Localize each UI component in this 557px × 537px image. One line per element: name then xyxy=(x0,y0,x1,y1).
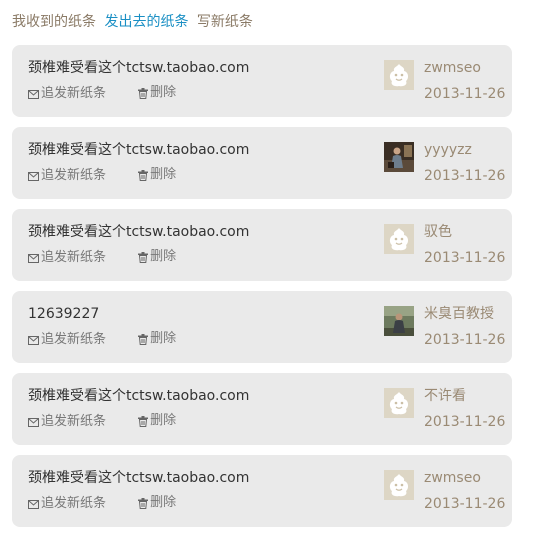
trash-icon xyxy=(138,87,149,99)
reply-label: 追发新纸条 xyxy=(41,332,107,347)
reply-label: 追发新纸条 xyxy=(41,168,107,183)
reply-button[interactable]: 追发新纸条 xyxy=(28,249,106,267)
trash-icon xyxy=(138,497,149,509)
note-card: 12639227 追发新纸条 删除 米臭百教授 2013-11-26 xyxy=(12,291,512,363)
envelope-icon xyxy=(28,499,39,509)
avatar-photo[interactable] xyxy=(384,142,414,172)
note-card: 颈椎难受看这个tctsw.taobao.com 追发新纸条 删除 zwmseo … xyxy=(12,45,512,117)
note-date: 2013-11-26 xyxy=(424,496,506,512)
trash-icon xyxy=(138,251,149,263)
avatar-photo[interactable] xyxy=(384,306,414,336)
username-link[interactable]: zwmseo xyxy=(424,59,481,77)
reply-label: 追发新纸条 xyxy=(41,496,107,511)
note-tabs: 我收到的纸条 发出去的纸条 写新纸条 xyxy=(12,12,257,32)
delete-button[interactable]: 删除 xyxy=(138,494,176,512)
reply-button[interactable]: 追发新纸条 xyxy=(28,85,106,103)
delete-button[interactable]: 删除 xyxy=(138,248,176,266)
note-message: 颈椎难受看这个tctsw.taobao.com xyxy=(28,142,250,158)
note-date: 2013-11-26 xyxy=(424,332,506,348)
delete-label: 删除 xyxy=(150,495,177,510)
note-date: 2013-11-26 xyxy=(424,250,506,266)
avatar-default[interactable] xyxy=(384,60,414,90)
delete-label: 删除 xyxy=(150,331,177,346)
reply-button[interactable]: 追发新纸条 xyxy=(28,413,106,431)
reply-button[interactable]: 追发新纸条 xyxy=(28,167,106,185)
reply-label: 追发新纸条 xyxy=(41,250,107,265)
note-message: 颈椎难受看这个tctsw.taobao.com xyxy=(28,224,250,240)
tab-received[interactable]: 我收到的纸条 xyxy=(12,14,96,30)
avatar-default[interactable] xyxy=(384,224,414,254)
tab-sent[interactable]: 发出去的纸条 xyxy=(104,14,188,30)
username-link[interactable]: 米臭百教授 xyxy=(424,305,494,323)
reply-button[interactable]: 追发新纸条 xyxy=(28,495,106,513)
note-message: 颈椎难受看这个tctsw.taobao.com xyxy=(28,470,250,486)
username-link[interactable]: yyyyzz xyxy=(424,141,472,159)
delete-button[interactable]: 删除 xyxy=(138,330,176,348)
envelope-icon xyxy=(28,335,39,345)
note-actions: 追发新纸条 删除 xyxy=(28,494,176,515)
note-actions: 追发新纸条 删除 xyxy=(28,84,176,105)
envelope-icon xyxy=(28,253,39,263)
note-date: 2013-11-26 xyxy=(424,86,506,102)
username-link[interactable]: 驭色 xyxy=(424,223,452,241)
note-card: 颈椎难受看这个tctsw.taobao.com 追发新纸条 删除 yyyyzz … xyxy=(12,127,512,199)
envelope-icon xyxy=(28,171,39,181)
note-actions: 追发新纸条 删除 xyxy=(28,248,176,269)
reply-label: 追发新纸条 xyxy=(41,86,107,101)
envelope-icon xyxy=(28,89,39,99)
note-card: 颈椎难受看这个tctsw.taobao.com 追发新纸条 删除 不许看 201… xyxy=(12,373,512,445)
note-message: 颈椎难受看这个tctsw.taobao.com xyxy=(28,388,250,404)
note-card: 颈椎难受看这个tctsw.taobao.com 追发新纸条 删除 zwmseo … xyxy=(12,455,512,527)
note-date: 2013-11-26 xyxy=(424,414,506,430)
note-actions: 追发新纸条 删除 xyxy=(28,330,176,351)
delete-label: 删除 xyxy=(150,413,177,428)
note-actions: 追发新纸条 删除 xyxy=(28,166,176,187)
note-list: 颈椎难受看这个tctsw.taobao.com 追发新纸条 删除 zwmseo … xyxy=(12,45,512,537)
reply-button[interactable]: 追发新纸条 xyxy=(28,331,106,349)
trash-icon xyxy=(138,169,149,181)
note-message: 颈椎难受看这个tctsw.taobao.com xyxy=(28,60,250,76)
envelope-icon xyxy=(28,417,39,427)
note-date: 2013-11-26 xyxy=(424,168,506,184)
delete-button[interactable]: 删除 xyxy=(138,412,176,430)
trash-icon xyxy=(138,415,149,427)
reply-label: 追发新纸条 xyxy=(41,414,107,429)
note-message: 12639227 xyxy=(28,306,100,322)
delete-label: 删除 xyxy=(150,167,177,182)
avatar-default[interactable] xyxy=(384,388,414,418)
trash-icon xyxy=(138,333,149,345)
delete-button[interactable]: 删除 xyxy=(138,84,176,102)
avatar-default[interactable] xyxy=(384,470,414,500)
username-link[interactable]: 不许看 xyxy=(424,387,466,405)
delete-button[interactable]: 删除 xyxy=(138,166,176,184)
note-card: 颈椎难受看这个tctsw.taobao.com 追发新纸条 删除 驭色 2013… xyxy=(12,209,512,281)
tab-write[interactable]: 写新纸条 xyxy=(197,14,253,30)
delete-label: 删除 xyxy=(150,249,177,264)
delete-label: 删除 xyxy=(150,85,177,100)
username-link[interactable]: zwmseo xyxy=(424,469,481,487)
note-actions: 追发新纸条 删除 xyxy=(28,412,176,433)
